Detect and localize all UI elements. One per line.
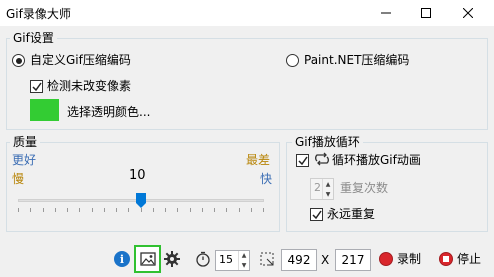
height-input[interactable]: 217 bbox=[335, 249, 371, 271]
info-icon[interactable]: i bbox=[114, 251, 130, 267]
close-button[interactable] bbox=[448, 0, 488, 26]
minimize-button[interactable] bbox=[366, 0, 406, 26]
timer-icon bbox=[195, 251, 211, 267]
image-icon bbox=[139, 252, 156, 266]
slider-tick bbox=[214, 208, 215, 212]
record-label: 录制 bbox=[397, 252, 422, 266]
record-button[interactable]: 录制 bbox=[379, 251, 431, 269]
loop-label[interactable]: 循环播放Gif动画 bbox=[332, 153, 421, 167]
slider-tick bbox=[91, 208, 93, 212]
slider-tick bbox=[238, 208, 240, 212]
spin-down-icon: ▼ bbox=[325, 190, 331, 198]
slider-tick bbox=[103, 208, 105, 212]
quality-slider-ticks bbox=[18, 208, 264, 212]
slider-tick bbox=[165, 208, 166, 212]
slider-tick bbox=[128, 208, 130, 212]
title-bar: Gif录像大师 bbox=[0, 0, 494, 26]
transparent-color-button[interactable]: 选择透明颜色... bbox=[67, 105, 150, 119]
repeat-count-label: 重复次数 bbox=[340, 181, 389, 195]
slider-tick bbox=[189, 208, 191, 212]
loop-icon bbox=[313, 151, 331, 170]
slider-tick bbox=[67, 208, 68, 212]
quality-title: 质量 bbox=[10, 135, 41, 149]
check-icon bbox=[312, 210, 322, 220]
forever-label[interactable]: 永远重复 bbox=[327, 207, 375, 221]
slider-tick bbox=[226, 208, 228, 212]
detect-unchanged-checkbox[interactable] bbox=[30, 80, 43, 93]
paintnet-encoder-radio[interactable] bbox=[286, 54, 299, 67]
slider-tick bbox=[152, 208, 154, 212]
slider-tick bbox=[54, 208, 56, 212]
width-input[interactable]: 492 bbox=[281, 249, 317, 271]
record-icon bbox=[379, 252, 393, 266]
quality-group bbox=[6, 142, 280, 232]
loop-checkbox[interactable] bbox=[296, 154, 309, 167]
slider-tick bbox=[140, 208, 142, 212]
window-title: Gif录像大师 bbox=[6, 7, 71, 21]
stop-label: 停止 bbox=[457, 252, 482, 266]
slider-tick bbox=[79, 208, 81, 212]
spin-down-icon[interactable]: ▼ bbox=[239, 261, 249, 271]
spin-up-icon[interactable]: ▲ bbox=[239, 251, 249, 261]
detect-unchanged-label[interactable]: 检测未改变像素 bbox=[47, 79, 131, 93]
slider-tick bbox=[250, 208, 252, 212]
spin-up-icon: ▲ bbox=[325, 180, 331, 188]
stop-button[interactable]: 停止 bbox=[439, 251, 489, 269]
forever-checkbox[interactable] bbox=[310, 208, 323, 221]
fps-stepper[interactable]: 15 ▲ ▼ bbox=[215, 250, 250, 271]
check-icon bbox=[298, 156, 308, 166]
custom-encoder-label[interactable]: 自定义Gif压缩编码 bbox=[30, 53, 131, 67]
quality-value: 10 bbox=[129, 168, 146, 183]
slider-tick bbox=[116, 208, 117, 212]
custom-encoder-radio[interactable] bbox=[12, 54, 25, 67]
check-icon bbox=[32, 82, 42, 92]
gear-icon[interactable] bbox=[164, 251, 180, 267]
better-label: 更好 bbox=[12, 153, 37, 167]
close-icon bbox=[463, 8, 473, 18]
slider-tick bbox=[30, 208, 32, 212]
paintnet-encoder-label[interactable]: Paint.NET压缩编码 bbox=[304, 53, 409, 67]
slider-thumb-icon bbox=[136, 193, 146, 208]
slow-label: 慢 bbox=[12, 172, 25, 186]
maximize-button[interactable] bbox=[406, 0, 446, 26]
slider-tick bbox=[177, 208, 179, 212]
fast-label: 快 bbox=[260, 172, 273, 186]
fps-arrows[interactable]: ▲ ▼ bbox=[238, 251, 249, 270]
loop-title: Gif播放循环 bbox=[292, 135, 363, 149]
quality-slider-thumb[interactable] bbox=[136, 193, 146, 208]
stop-icon bbox=[439, 252, 453, 266]
minimize-icon bbox=[381, 12, 391, 14]
worst-label: 最差 bbox=[246, 153, 271, 167]
image-settings-button[interactable] bbox=[134, 245, 161, 273]
slider-tick bbox=[201, 208, 203, 212]
slider-tick bbox=[263, 208, 264, 212]
size-separator: X bbox=[321, 253, 330, 267]
fps-value: 15 bbox=[219, 253, 233, 266]
slider-tick bbox=[18, 208, 19, 212]
gif-settings-title: Gif设置 bbox=[10, 31, 57, 45]
slider-tick bbox=[42, 208, 44, 212]
repeat-count-arrows: ▲ ▼ bbox=[322, 179, 333, 199]
repeat-count-value: 2 bbox=[314, 181, 321, 194]
repeat-count-stepper: 2 ▲ ▼ bbox=[310, 178, 334, 200]
transparent-color-swatch[interactable] bbox=[30, 99, 59, 121]
maximize-icon bbox=[421, 8, 431, 18]
resize-icon[interactable] bbox=[258, 250, 276, 268]
